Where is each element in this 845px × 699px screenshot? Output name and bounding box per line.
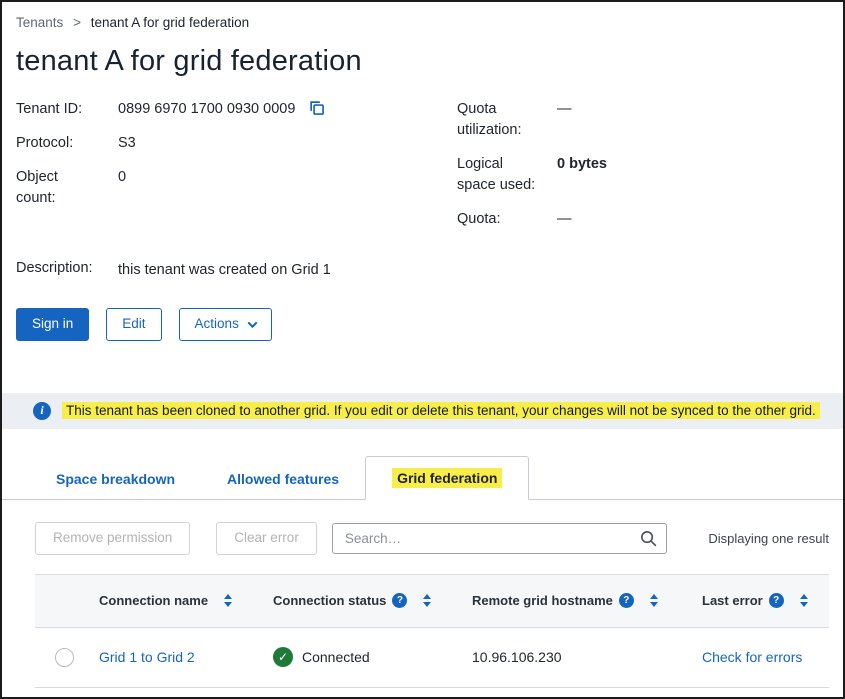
search-input[interactable] bbox=[332, 523, 667, 554]
tenant-details: Tenant ID: 0899 6970 1700 0930 0009 Prot… bbox=[2, 78, 843, 230]
sort-icon-connection-status[interactable] bbox=[423, 594, 431, 607]
help-icon-connection-status[interactable]: ? bbox=[392, 593, 407, 608]
check-for-errors-link[interactable]: Check for errors bbox=[702, 649, 802, 665]
chevron-down-icon bbox=[247, 318, 257, 328]
sort-icon-last-error[interactable] bbox=[800, 594, 808, 607]
remote-grid-hostname-text: 10.96.106.230 bbox=[472, 649, 562, 665]
quota-value: — bbox=[557, 209, 827, 230]
tenant-id-value: 0899 6970 1700 0930 0009 bbox=[118, 99, 295, 120]
sign-in-button[interactable]: Sign in bbox=[16, 308, 89, 341]
breadcrumb-current: tenant A for grid federation bbox=[91, 15, 249, 30]
banner-text: This tenant has been cloned to another g… bbox=[62, 402, 820, 419]
table-row: Grid 1 to Grid 2 ✓ Connected 10.96.106.2… bbox=[35, 628, 829, 688]
connections-table: Connection name Connection status ? Remo… bbox=[35, 574, 829, 688]
details-right-column: Quota utilization: — Logical space used:… bbox=[457, 99, 827, 230]
tab-bar: Space breakdown Allowed features Grid fe… bbox=[2, 456, 843, 500]
action-buttons: Sign in Edit Actions bbox=[2, 281, 843, 341]
actions-button-label: Actions bbox=[195, 317, 239, 332]
details-left-column: Tenant ID: 0899 6970 1700 0930 0009 Prot… bbox=[16, 99, 457, 230]
help-icon-remote-grid-hostname[interactable]: ? bbox=[619, 593, 634, 608]
grid-federation-panel: Remove permission Clear error Displaying… bbox=[2, 500, 843, 688]
object-count-label: Object count: bbox=[16, 167, 100, 209]
breadcrumb-separator: > bbox=[73, 15, 81, 30]
breadcrumb-tenants-link[interactable]: Tenants bbox=[16, 15, 63, 30]
column-header-connection-status[interactable]: Connection status bbox=[273, 593, 386, 608]
connection-name-link[interactable]: Grid 1 to Grid 2 bbox=[99, 649, 195, 665]
row-radio-button[interactable] bbox=[55, 648, 74, 667]
table-toolbar: Remove permission Clear error Displaying… bbox=[35, 522, 829, 555]
protocol-label: Protocol: bbox=[16, 133, 100, 154]
info-banner: i This tenant has been cloned to another… bbox=[2, 393, 843, 429]
tab-grid-federation[interactable]: Grid federation bbox=[365, 456, 529, 500]
quota-utilization-value: — bbox=[557, 99, 827, 141]
column-header-last-error[interactable]: Last error bbox=[702, 593, 763, 608]
sort-icon-remote-grid-hostname[interactable] bbox=[650, 594, 658, 607]
logical-space-used-value: 0 bytes bbox=[557, 154, 827, 196]
logical-space-used-label: Logical space used: bbox=[457, 154, 541, 196]
table-header: Connection name Connection status ? Remo… bbox=[35, 574, 829, 628]
object-count-value: 0 bbox=[118, 167, 457, 209]
info-icon: i bbox=[33, 402, 51, 420]
sort-icon-connection-name[interactable] bbox=[224, 594, 232, 607]
tab-space-breakdown[interactable]: Space breakdown bbox=[30, 458, 201, 500]
column-header-remote-grid-hostname[interactable]: Remote grid hostname bbox=[472, 593, 613, 608]
copy-icon[interactable] bbox=[308, 99, 326, 117]
connected-check-icon: ✓ bbox=[273, 647, 293, 667]
description-row: Description: this tenant was created on … bbox=[2, 230, 843, 281]
result-count: Displaying one result bbox=[708, 531, 829, 546]
tenant-details-page: Tenants > tenant A for grid federation t… bbox=[0, 0, 845, 699]
page-title: tenant A for grid federation bbox=[2, 30, 843, 78]
edit-button[interactable]: Edit bbox=[106, 308, 161, 341]
quota-label: Quota: bbox=[457, 209, 541, 230]
description-label: Description: bbox=[16, 258, 100, 281]
tab-grid-federation-label: Grid federation bbox=[392, 468, 502, 488]
actions-button[interactable]: Actions bbox=[179, 308, 272, 341]
tab-allowed-features[interactable]: Allowed features bbox=[201, 458, 365, 500]
search-icon[interactable] bbox=[639, 529, 658, 548]
connection-status-text: Connected bbox=[302, 649, 370, 665]
remove-permission-button[interactable]: Remove permission bbox=[35, 522, 190, 555]
protocol-value: S3 bbox=[118, 133, 457, 154]
search-box bbox=[332, 523, 667, 554]
help-icon-last-error[interactable]: ? bbox=[769, 593, 784, 608]
quota-utilization-label: Quota utilization: bbox=[457, 99, 541, 141]
column-header-connection-name[interactable]: Connection name bbox=[99, 593, 208, 608]
description-value: this tenant was created on Grid 1 bbox=[118, 258, 827, 281]
clear-error-button[interactable]: Clear error bbox=[216, 522, 317, 555]
tenant-id-label: Tenant ID: bbox=[16, 99, 100, 120]
breadcrumb: Tenants > tenant A for grid federation bbox=[2, 2, 843, 30]
